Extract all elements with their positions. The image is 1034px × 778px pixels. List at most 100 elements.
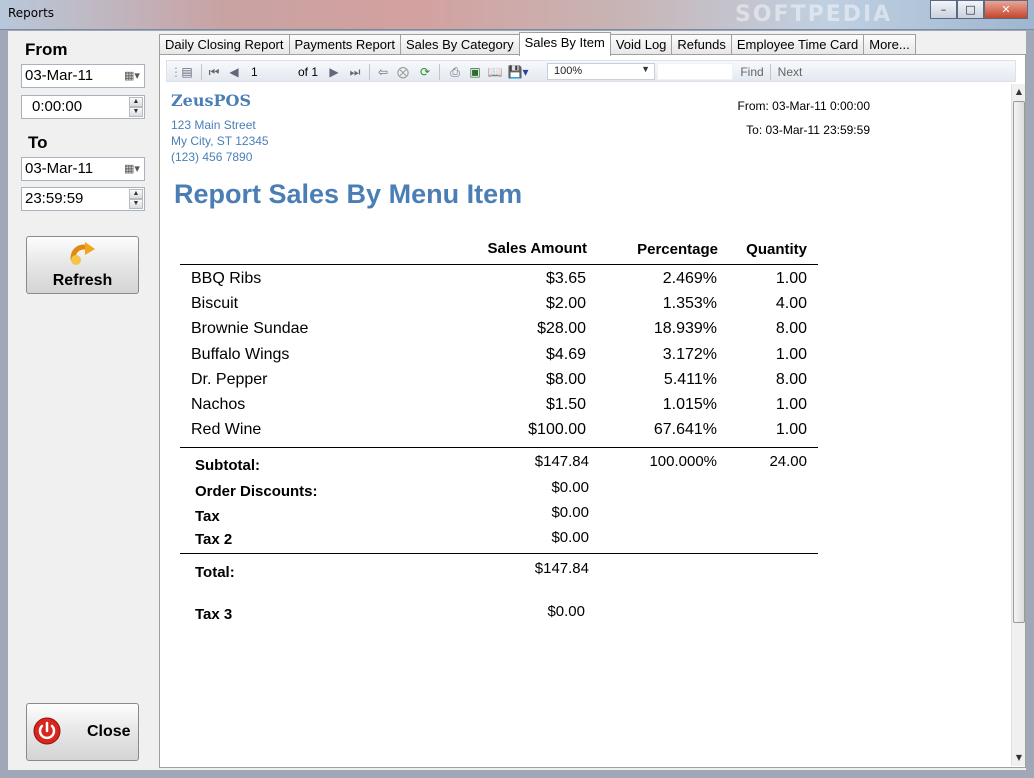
item-quantity: 1.00 [775, 396, 807, 413]
address-line2: My City, ST 12345 [171, 134, 269, 148]
refresh-button[interactable]: Refresh [26, 236, 139, 294]
tab-content: ⋮ ▤ ⏮ ◀ 1 of 1 ▶ ⏭ ⇦ ⨂ ⟳ ⎙ ▣ 📖 💾▾ 100% ▼… [159, 54, 1026, 768]
item-percentage: 2.469% [662, 270, 717, 287]
tab-sales-by-item[interactable]: Sales By Item [518, 32, 611, 56]
tax3-label: Tax 3 [195, 606, 233, 623]
scroll-down-icon[interactable]: ▼ [1012, 751, 1026, 765]
close-button[interactable]: Close [26, 703, 139, 761]
spin-up-icon[interactable]: ▲ [129, 97, 143, 107]
report-scrollbar[interactable]: ▲ ▼ [1011, 84, 1025, 766]
print-icon[interactable]: ⎙ [447, 64, 463, 80]
export-save-icon[interactable]: 💾▾ [507, 64, 529, 80]
minimize-button[interactable]: – [930, 0, 957, 19]
spin-down-icon[interactable]: ▼ [129, 107, 143, 117]
item-percentage: 3.172% [662, 346, 717, 363]
zoom-dropdown-icon[interactable]: ▼ [641, 64, 650, 74]
page-count: of 1 [297, 65, 318, 79]
tax3-amount: $0.00 [547, 603, 585, 620]
tax2-amount: $0.00 [551, 529, 589, 546]
item-percentage: 18.939% [653, 320, 717, 337]
find-link[interactable]: Find [737, 64, 767, 80]
col-quantity: Quantity [746, 241, 807, 258]
tab-daily-closing-report[interactable]: Daily Closing Report [159, 34, 290, 55]
company-phone: (123) 456 7890 [171, 150, 253, 164]
order-discounts-label: Order Discounts: [195, 483, 318, 500]
total-label: Total: [195, 564, 235, 581]
from-date-value: 03-Mar-11 [25, 67, 94, 84]
scroll-up-icon[interactable]: ▲ [1012, 85, 1026, 99]
print-layout-icon[interactable]: ▣ [467, 64, 483, 80]
item-quantity: 8.00 [775, 371, 807, 388]
next-page-icon[interactable]: ▶ [327, 64, 341, 80]
spin-down-icon[interactable]: ▼ [129, 199, 143, 209]
item-name: Dr. Pepper [191, 371, 268, 388]
page-number-input[interactable]: 1 [251, 64, 295, 80]
tab-employee-time-card[interactable]: Employee Time Card [730, 34, 865, 55]
tab-more[interactable]: More... [863, 34, 916, 55]
tab-sales-by-category[interactable]: Sales By Category [399, 34, 520, 55]
from-label: From [25, 40, 68, 59]
toolbar-separator [439, 64, 440, 80]
window-controls: – □ ✕ [930, 0, 1028, 19]
to-time-value: 23:59:59 [25, 190, 84, 207]
document-map-icon[interactable]: ▤ [178, 64, 196, 80]
calendar-dropdown-icon[interactable]: ▦▾ [122, 161, 142, 177]
zoom-select[interactable]: 100% ▼ [547, 63, 655, 80]
stop-icon[interactable]: ⨂ [395, 64, 411, 80]
tab-void-log[interactable]: Void Log [609, 34, 673, 55]
item-quantity: 1.00 [775, 346, 807, 363]
scrollbar-thumb[interactable] [1013, 101, 1025, 623]
calendar-dropdown-icon[interactable]: ▦▾ [122, 68, 142, 84]
close-window-button[interactable]: ✕ [984, 0, 1028, 19]
to-time-spinner[interactable]: ▲ ▼ [129, 189, 143, 209]
item-amount: $100.00 [528, 421, 586, 438]
toolbar-separator [770, 64, 771, 80]
from-time-input[interactable]: 0:00:00 ▲ ▼ [21, 95, 145, 119]
item-name: BBQ Ribs [191, 270, 262, 287]
order-discounts-amount: $0.00 [551, 479, 589, 496]
subtotal-percentage: 100.000% [649, 453, 717, 470]
from-time-value: 0:00:00 [32, 98, 83, 115]
to-label: To [28, 133, 48, 152]
next-link[interactable]: Next [775, 64, 805, 80]
tax2-label: Tax 2 [195, 531, 233, 548]
item-quantity: 1.00 [775, 421, 807, 438]
company-name: ZeusPOS [171, 91, 252, 110]
window-client: From 03-Mar-11 ▦▾ 0:00:00 ▲ ▼ To 03-Mar-1… [8, 31, 1026, 770]
zoom-value: 100% [554, 65, 583, 77]
toolbar-grip: ⋮ [170, 65, 182, 79]
item-quantity: 4.00 [775, 295, 807, 312]
tab-payments-report[interactable]: Payments Report [288, 34, 401, 55]
to-date-value: 03-Mar-11 [25, 160, 94, 177]
report-from-range: From: 03-Mar-11 0:00:00 [737, 99, 871, 113]
page-setup-icon[interactable]: 📖 [487, 64, 503, 80]
refresh-label: Refresh [52, 272, 113, 289]
refresh-icon [70, 242, 95, 265]
tab-refunds[interactable]: Refunds [671, 34, 732, 55]
first-page-icon[interactable]: ⏮ [207, 64, 221, 80]
report-title: Report Sales By Menu Item [174, 179, 523, 209]
report-toolbar: ⋮ ▤ ⏮ ◀ 1 of 1 ▶ ⏭ ⇦ ⨂ ⟳ ⎙ ▣ 📖 💾▾ 100% ▼… [166, 60, 1016, 82]
to-date-picker[interactable]: 03-Mar-11 ▦▾ [21, 157, 145, 181]
power-icon [33, 717, 61, 745]
back-icon[interactable]: ⇦ [375, 64, 391, 80]
item-amount: $8.00 [545, 371, 586, 388]
col-sales-amount: Sales Amount [487, 240, 587, 257]
from-date-picker[interactable]: 03-Mar-11 ▦▾ [21, 64, 145, 88]
item-quantity: 1.00 [775, 270, 807, 287]
tax-amount: $0.00 [551, 504, 589, 521]
last-page-icon[interactable]: ⏭ [347, 64, 363, 80]
refresh-report-icon[interactable]: ⟳ [417, 64, 433, 80]
total-amount: $147.84 [534, 560, 589, 577]
item-percentage: 67.641% [653, 421, 717, 438]
window-title: Reports [8, 6, 55, 20]
previous-page-icon[interactable]: ◀ [227, 64, 241, 80]
report-tabs: Daily Closing Report Payments Report Sal… [159, 32, 916, 56]
maximize-button[interactable]: □ [957, 0, 984, 19]
to-time-input[interactable]: 23:59:59 ▲ ▼ [21, 187, 145, 211]
item-percentage: 1.353% [662, 295, 717, 312]
from-time-spinner[interactable]: ▲ ▼ [129, 97, 143, 117]
close-label: Close [87, 723, 131, 740]
spin-up-icon[interactable]: ▲ [129, 189, 143, 199]
find-input[interactable] [657, 63, 733, 80]
